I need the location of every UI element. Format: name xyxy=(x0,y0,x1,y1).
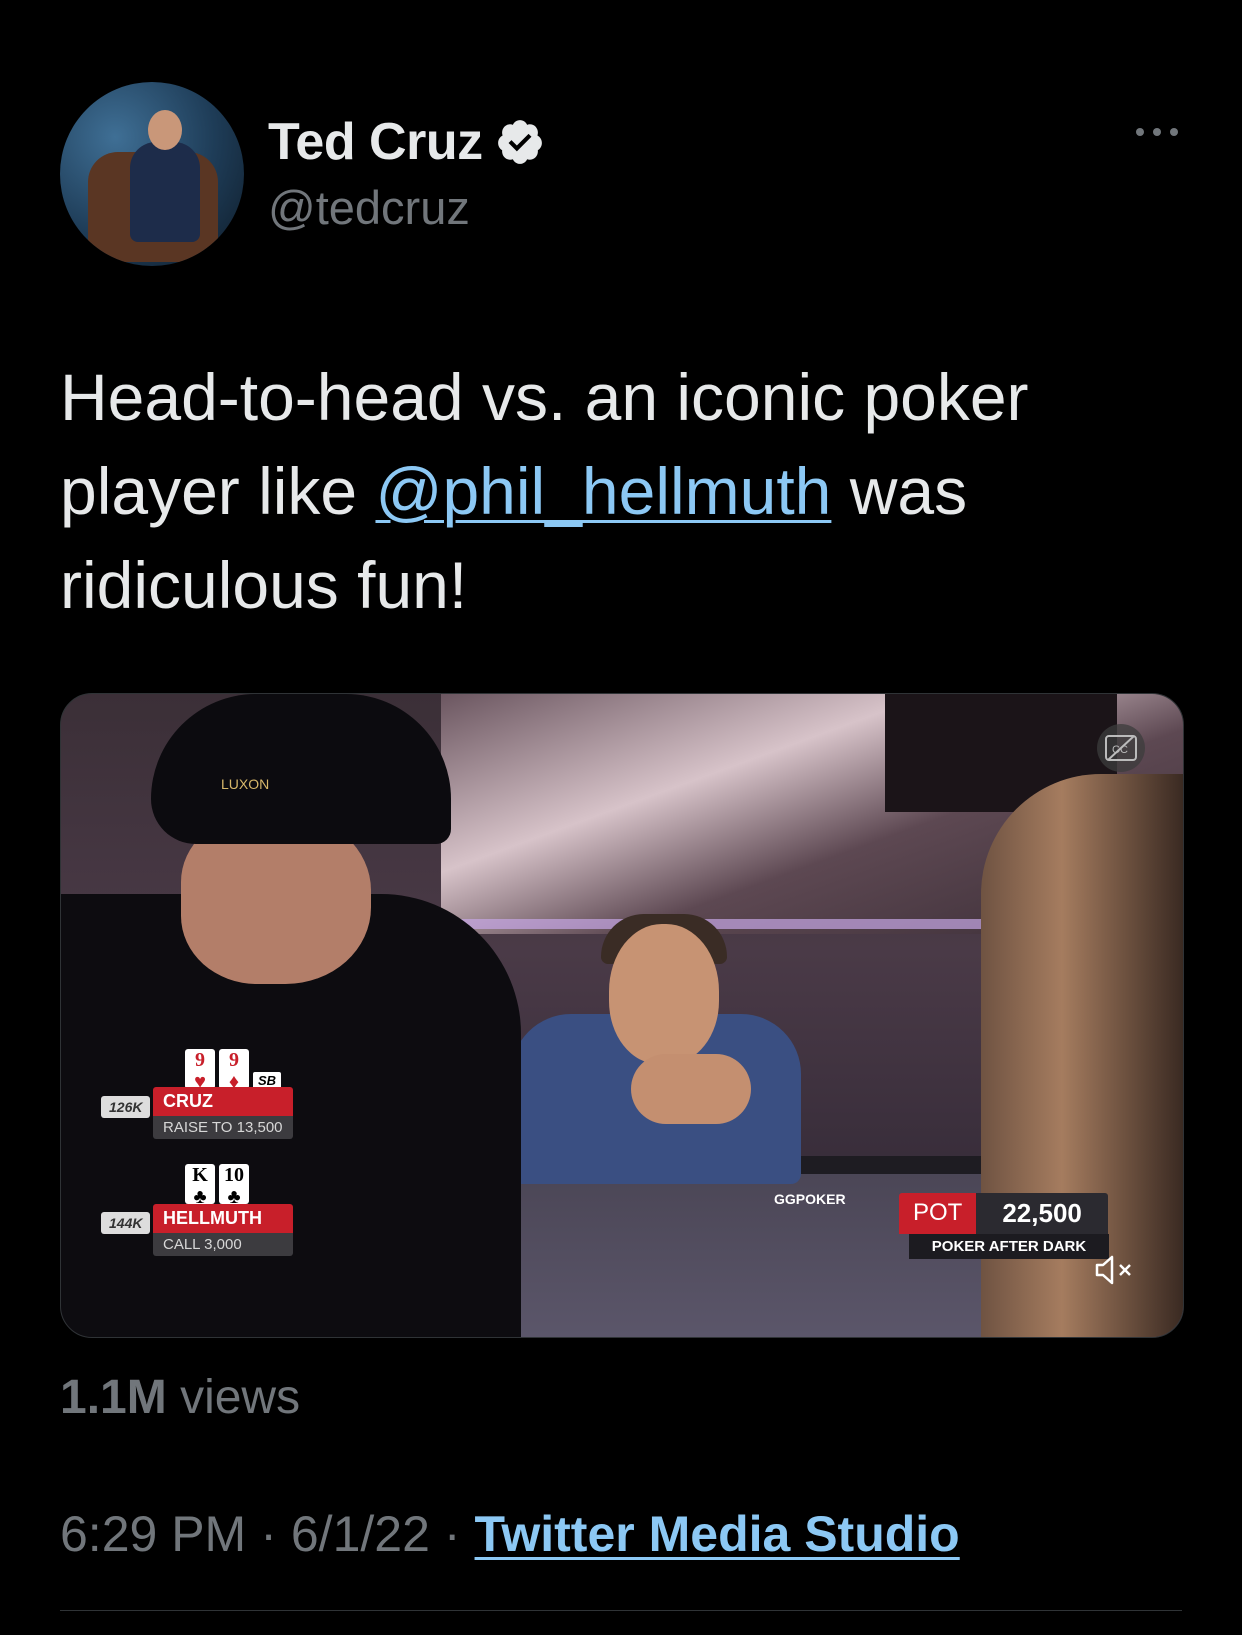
more-options-icon[interactable] xyxy=(1132,118,1182,146)
avatar-head xyxy=(148,110,182,150)
video-player-cruz xyxy=(501,904,801,1184)
video-cruz-hands xyxy=(631,1054,751,1124)
meta-separator-1: · xyxy=(260,1506,277,1562)
tweet-date[interactable]: 6/1/22 xyxy=(291,1506,430,1562)
cruz-chip-count: 126K xyxy=(101,1096,151,1118)
views-value: 1.1M xyxy=(60,1371,167,1424)
closed-captions-icon: CC xyxy=(1105,735,1137,761)
source-link[interactable]: Twitter Media Studio xyxy=(475,1506,960,1562)
views-count: 1.1M views xyxy=(60,1370,300,1425)
author-name-row[interactable]: Ted Cruz xyxy=(268,112,545,172)
pot-label: POT xyxy=(899,1193,977,1234)
closed-captions-button[interactable]: CC xyxy=(1097,724,1145,772)
hellmuth-chip-count: 144K xyxy=(101,1212,151,1234)
hellmuth-player-tag: HELLMUTH CALL 3,000 xyxy=(153,1204,293,1256)
verified-badge-icon xyxy=(497,120,542,164)
hellmuth-card-2: 10 ♣ xyxy=(219,1164,249,1208)
author-handle[interactable]: @tedcruz xyxy=(268,180,470,235)
cruz-name: CRUZ xyxy=(153,1087,293,1116)
hellmuth-action: CALL 3,000 xyxy=(153,1233,293,1256)
mention-link[interactable]: @phil_hellmuth xyxy=(375,454,831,528)
tweet-time[interactable]: 6:29 PM xyxy=(60,1506,246,1562)
pot-display: POT 22,500 xyxy=(899,1193,1108,1234)
avatar-body xyxy=(130,142,200,242)
cruz-card-2: 9 ♦ xyxy=(219,1049,249,1093)
show-name: POKER AFTER DARK xyxy=(909,1234,1109,1259)
table-brand-logo: GGPOKER xyxy=(774,1191,846,1207)
cruz-player-tag: CRUZ RAISE TO 13,500 xyxy=(153,1087,293,1139)
video-hellmuth-cap xyxy=(151,694,451,844)
author-name[interactable]: Ted Cruz xyxy=(268,112,483,172)
muted-speaker-icon xyxy=(1095,1255,1131,1285)
divider xyxy=(60,1610,1182,1611)
video-cruz-face xyxy=(609,924,719,1064)
author-avatar[interactable] xyxy=(60,82,244,266)
tweet-metadata: 6:29 PM · 6/1/22 · Twitter Media Studio xyxy=(60,1505,960,1563)
video-player[interactable]: LUXON 9 ♥ 9 ♦ SB 126K CRUZ RAISE TO 13,500… xyxy=(60,693,1184,1338)
mute-button[interactable] xyxy=(1091,1246,1139,1294)
hellmuth-card-1: K ♣ xyxy=(185,1164,215,1208)
cap-logo-text: LUXON xyxy=(221,776,270,792)
pot-value: 22,500 xyxy=(976,1193,1108,1234)
views-label: views xyxy=(180,1371,301,1424)
tweet-text: Head-to-head vs. an iconic poker player … xyxy=(60,350,1200,632)
cruz-card-1: 9 ♥ xyxy=(185,1049,215,1093)
meta-separator-2: · xyxy=(443,1506,461,1562)
hellmuth-name: HELLMUTH xyxy=(153,1204,293,1233)
cruz-action: RAISE TO 13,500 xyxy=(153,1116,293,1139)
